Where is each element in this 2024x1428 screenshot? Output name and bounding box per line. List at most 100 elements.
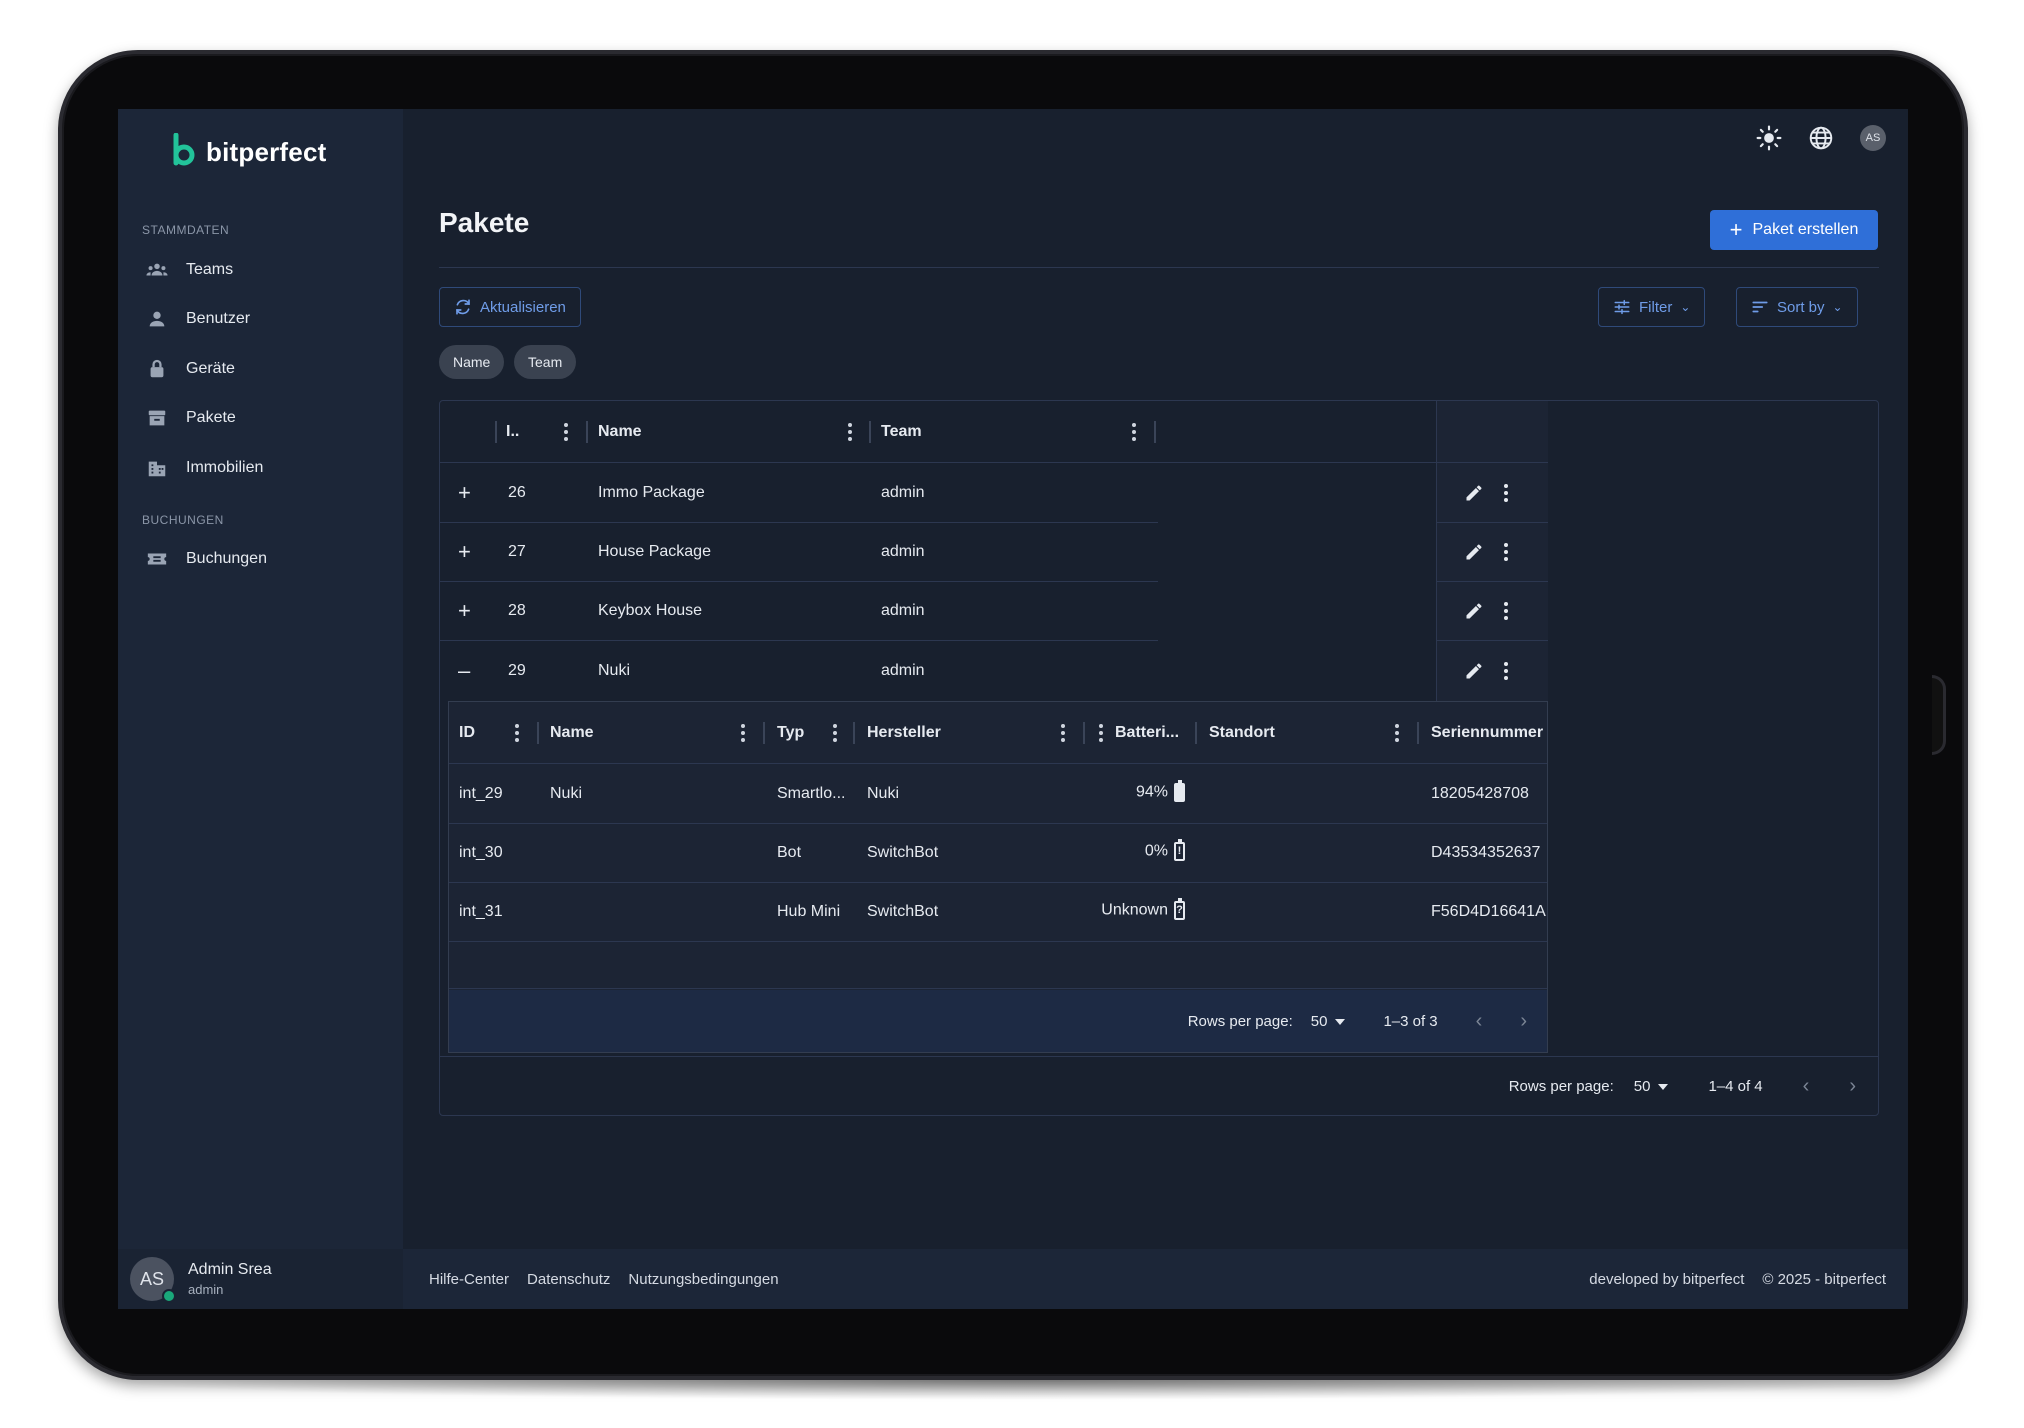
- sidebar-item-benutzer[interactable]: Benutzer: [138, 299, 388, 339]
- sort-icon: [1752, 301, 1768, 313]
- column-menu-icon[interactable]: [741, 724, 745, 742]
- sidebar-item-teams[interactable]: Teams: [138, 250, 388, 290]
- expand-toggle[interactable]: +: [458, 539, 471, 565]
- column-menu-icon[interactable]: [848, 423, 852, 441]
- edit-icon[interactable]: [1464, 601, 1484, 621]
- cell-id: int_29: [459, 785, 503, 802]
- cell-battery: 0%!: [1145, 839, 1185, 861]
- cell-battery: Unknown?: [1101, 898, 1185, 920]
- sun-icon[interactable]: [1756, 125, 1782, 151]
- sidebar-item-buchungen[interactable]: Buchungen: [138, 539, 388, 579]
- edit-icon[interactable]: [1464, 661, 1484, 681]
- current-user[interactable]: AS Admin Srea admin: [118, 1249, 403, 1309]
- column-header-location[interactable]: Standort: [1209, 702, 1275, 764]
- sidebar-item-geraete[interactable]: Geräte: [138, 349, 388, 389]
- column-header-type[interactable]: Typ: [777, 702, 804, 764]
- chevron-right-icon[interactable]: ›: [1520, 1010, 1527, 1033]
- cell-vendor: SwitchBot: [867, 844, 939, 861]
- sidebar-item-immobilien[interactable]: Immobilien: [138, 448, 388, 488]
- sidebar-item-label: Immobilien: [186, 459, 264, 476]
- column-header-name[interactable]: Name: [550, 702, 594, 764]
- avatar: AS: [130, 1257, 176, 1303]
- nested-table-header: ID Name Typ Hersteller Batteri... Stando: [449, 702, 1547, 764]
- column-header-serial[interactable]: Seriennummer: [1431, 702, 1543, 764]
- refresh-button[interactable]: Aktualisieren: [439, 287, 581, 327]
- table-row[interactable]: + 26 Immo Package admin: [440, 464, 1158, 523]
- rows-per-page-label: Rows per page:: [1187, 1012, 1293, 1030]
- expand-toggle[interactable]: +: [458, 480, 471, 506]
- column-header-team[interactable]: Team: [881, 401, 922, 463]
- cell-id: 27: [508, 543, 526, 560]
- sidebar-item-pakete[interactable]: Pakete: [138, 398, 388, 438]
- column-header-vendor[interactable]: Hersteller: [867, 702, 941, 764]
- cell-id: 29: [508, 661, 526, 679]
- edit-icon[interactable]: [1464, 542, 1484, 562]
- brand-name: bitperfect: [206, 136, 327, 167]
- more-icon[interactable]: [1504, 484, 1508, 502]
- rows-per-page-select[interactable]: 50: [1634, 1078, 1669, 1095]
- globe-icon[interactable]: [1808, 125, 1834, 151]
- expand-toggle[interactable]: +: [458, 598, 471, 624]
- filter-button[interactable]: Filter ⌄: [1598, 287, 1706, 327]
- chevron-down-icon: ⌄: [1680, 300, 1691, 314]
- column-separator: [1417, 722, 1419, 744]
- footer-link-privacy[interactable]: Datenschutz: [527, 1271, 610, 1288]
- header-avatar[interactable]: AS: [1860, 125, 1886, 151]
- cell-vendor: Nuki: [867, 785, 900, 802]
- more-icon[interactable]: [1504, 602, 1508, 620]
- cell-serial: 18205428708: [1431, 785, 1529, 802]
- sort-button[interactable]: Sort by ⌄: [1736, 287, 1858, 327]
- edit-icon[interactable]: [1464, 483, 1484, 503]
- more-icon[interactable]: [1504, 543, 1508, 561]
- more-icon[interactable]: [1504, 661, 1508, 680]
- cell-serial: F56D4D16641A: [1431, 903, 1546, 920]
- column-menu-icon[interactable]: [1132, 423, 1136, 441]
- user-icon: [149, 311, 165, 327]
- column-header-id[interactable]: I..: [506, 401, 519, 463]
- column-menu-icon[interactable]: [564, 423, 568, 441]
- cell-id: 28: [508, 602, 526, 619]
- device-row[interactable]: int_29 Nuki Smartlo... Nuki 94% 18205428…: [449, 765, 1547, 824]
- column-menu-icon[interactable]: [1099, 724, 1103, 742]
- column-header-battery[interactable]: Batteri...: [1115, 702, 1179, 764]
- column-menu-icon[interactable]: [1061, 724, 1065, 742]
- cell-id: 26: [508, 484, 526, 501]
- page-range: 1–3 of 3: [1383, 1012, 1438, 1030]
- table-row[interactable]: + 28 Keybox House admin: [440, 582, 1158, 641]
- cell-team: admin: [881, 602, 925, 619]
- page-title: Pakete: [439, 207, 530, 238]
- caret-down-icon: [1335, 1018, 1346, 1025]
- column-menu-icon[interactable]: [515, 724, 519, 742]
- device-row[interactable]: int_30 Bot SwitchBot 0%! D43534352637: [449, 824, 1547, 883]
- create-package-label: Paket erstellen: [1752, 221, 1859, 238]
- chevron-right-icon[interactable]: ›: [1849, 1075, 1856, 1098]
- developed-by: developed by bitperfect: [1589, 1270, 1745, 1288]
- create-package-button[interactable]: + Paket erstellen: [1710, 210, 1878, 250]
- brand-logo[interactable]: bitperfect: [170, 133, 326, 171]
- table-header: I.. Name Team: [440, 401, 1440, 463]
- cell-name: House Package: [598, 543, 711, 560]
- column-menu-icon[interactable]: [1395, 724, 1399, 742]
- tune-icon: [1614, 299, 1630, 315]
- cell-name: Immo Package: [598, 484, 705, 501]
- chip-name[interactable]: Name: [439, 345, 505, 379]
- device-row[interactable]: int_31 Hub Mini SwitchBot Unknown? F56D4…: [449, 883, 1547, 942]
- table-row[interactable]: + 27 House Package admin: [440, 523, 1158, 582]
- column-separator: [495, 421, 497, 443]
- footer-link-help-center[interactable]: Hilfe-Center: [429, 1271, 509, 1288]
- collapse-toggle[interactable]: –: [458, 658, 470, 684]
- row-actions: [1436, 641, 1548, 700]
- table-row[interactable]: – 29 Nuki admin: [440, 641, 1158, 700]
- chevron-left-icon[interactable]: ‹: [1803, 1075, 1810, 1098]
- cell-team: admin: [881, 484, 925, 501]
- column-header-name[interactable]: Name: [598, 401, 642, 463]
- title-divider: [439, 267, 1879, 268]
- tablet-side-button: [1932, 675, 1946, 755]
- footer-link-terms[interactable]: Nutzungsbedingungen: [628, 1271, 778, 1288]
- chevron-left-icon[interactable]: ‹: [1476, 1010, 1483, 1033]
- column-menu-icon[interactable]: [833, 724, 837, 742]
- column-header-id[interactable]: ID: [459, 702, 475, 764]
- rows-per-page-select[interactable]: 50: [1311, 1013, 1346, 1030]
- chip-team[interactable]: Team: [514, 345, 577, 379]
- column-separator: [537, 722, 539, 744]
